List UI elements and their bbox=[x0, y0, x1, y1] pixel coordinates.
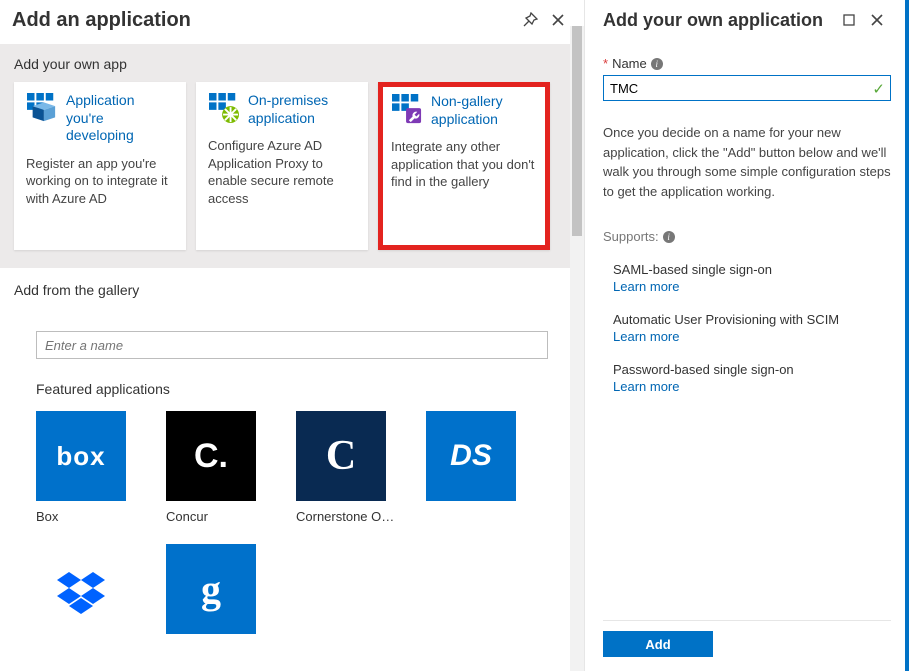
learn-more-link[interactable]: Learn more bbox=[613, 279, 891, 294]
valid-check-icon: ✓ bbox=[872, 80, 885, 98]
name-label-text: Name bbox=[612, 56, 647, 71]
app-tile[interactable]: DS bbox=[426, 411, 524, 524]
gallery-search-input[interactable] bbox=[36, 331, 548, 359]
app-tile[interactable]: g bbox=[166, 544, 264, 634]
learn-more-link[interactable]: Learn more bbox=[613, 329, 891, 344]
info-icon[interactable]: i bbox=[663, 231, 675, 243]
card-on-premises[interactable]: On-premises application Configure Azure … bbox=[196, 82, 368, 250]
support-title: SAML-based single sign-on bbox=[613, 262, 891, 277]
own-app-label: Add your own app bbox=[14, 56, 570, 72]
app-tile-icon: g bbox=[166, 544, 256, 634]
maximize-icon[interactable] bbox=[835, 6, 863, 34]
app-tile-icon: C. bbox=[166, 411, 256, 501]
support-title: Automatic User Provisioning with SCIM bbox=[613, 312, 891, 327]
close-icon[interactable] bbox=[863, 6, 891, 34]
grid-wrench-icon bbox=[391, 93, 423, 125]
left-panel-title: Add an application bbox=[12, 9, 516, 32]
support-item: SAML-based single sign-on Learn more bbox=[613, 262, 891, 294]
name-field-label: * Name i bbox=[603, 56, 891, 71]
app-tile-icon: DS bbox=[426, 411, 516, 501]
add-application-panel: Add an application Add your own app bbox=[0, 0, 584, 671]
app-tile-icon bbox=[36, 544, 126, 634]
app-tile-label: Box bbox=[36, 509, 136, 524]
card-app-developing[interactable]: Application you're developing Register a… bbox=[14, 82, 186, 250]
app-tile-icon: C bbox=[296, 411, 386, 501]
supports-label: Supports: i bbox=[603, 229, 891, 244]
card-desc: Configure Azure AD Application Proxy to … bbox=[208, 137, 356, 207]
add-own-app-panel: Add your own application * Name i ✓ Once… bbox=[584, 0, 909, 671]
pin-icon[interactable] bbox=[516, 6, 544, 34]
app-tile[interactable]: box Box bbox=[36, 411, 134, 524]
grid-cube-icon bbox=[26, 92, 58, 124]
help-text: Once you decide on a name for your new a… bbox=[603, 123, 891, 201]
support-item: Automatic User Provisioning with SCIM Lea… bbox=[613, 312, 891, 344]
cards-row: Application you're developing Register a… bbox=[14, 82, 570, 250]
support-item: Password-based single sign-on Learn more bbox=[613, 362, 891, 394]
info-icon[interactable]: i bbox=[651, 58, 663, 70]
scrollbar-thumb[interactable] bbox=[572, 26, 582, 236]
card-desc: Register an app you're working on to int… bbox=[26, 155, 174, 208]
card-non-gallery[interactable]: Non-gallery application Integrate any ot… bbox=[378, 82, 550, 250]
gallery-label: Add from the gallery bbox=[14, 282, 570, 298]
gallery-inner: Featured applications box Box C. Concur C Cor… bbox=[14, 308, 570, 634]
card-title: On-premises application bbox=[248, 92, 356, 127]
gallery-section: Add from the gallery Featured applicatio… bbox=[0, 268, 584, 671]
app-tile[interactable] bbox=[36, 544, 134, 634]
grid-arrows-icon bbox=[208, 92, 240, 124]
featured-label: Featured applications bbox=[36, 381, 548, 397]
app-tile-icon: box bbox=[36, 411, 126, 501]
left-header: Add an application bbox=[0, 0, 584, 44]
supports-list: SAML-based single sign-onLearn moreAutom… bbox=[603, 254, 891, 412]
own-app-section: Add your own app Application you're deve… bbox=[0, 44, 584, 268]
left-scrollbar[interactable] bbox=[570, 26, 584, 671]
app-tile[interactable]: C. Concur bbox=[166, 411, 264, 524]
app-tile-label: Cornerstone O… bbox=[296, 509, 396, 524]
right-header: Add your own application bbox=[603, 6, 891, 34]
close-icon[interactable] bbox=[544, 6, 572, 34]
add-bar: Add bbox=[603, 620, 891, 657]
right-panel-title: Add your own application bbox=[603, 10, 835, 31]
card-title: Application you're developing bbox=[66, 92, 174, 145]
card-title: Non-gallery application bbox=[431, 93, 537, 128]
featured-tile-grid: box Box C. Concur C Cornerstone O… DS g bbox=[36, 411, 548, 634]
learn-more-link[interactable]: Learn more bbox=[613, 379, 891, 394]
card-desc: Integrate any other application that you… bbox=[391, 138, 537, 191]
add-button[interactable]: Add bbox=[603, 631, 713, 657]
app-tile-label: Concur bbox=[166, 509, 266, 524]
support-title: Password-based single sign-on bbox=[613, 362, 891, 377]
supports-label-text: Supports: bbox=[603, 229, 659, 244]
app-name-input[interactable] bbox=[603, 75, 891, 101]
app-tile[interactable]: C Cornerstone O… bbox=[296, 411, 394, 524]
required-star-icon: * bbox=[603, 56, 608, 71]
